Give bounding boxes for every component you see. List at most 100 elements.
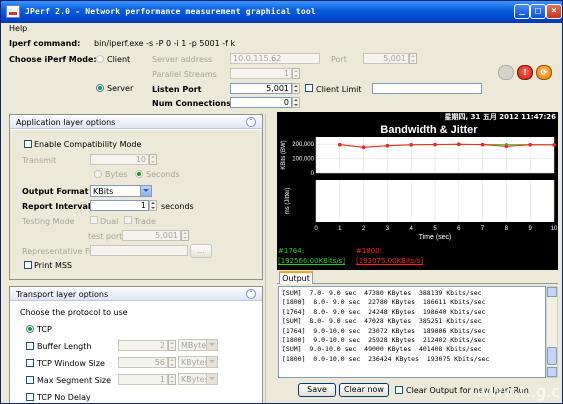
window-size-label: TCP Window Size <box>37 359 105 368</box>
seconds-radio[interactable] <box>135 170 143 178</box>
scroll-down-arrow[interactable] <box>547 367 557 377</box>
server-radio[interactable] <box>96 84 104 92</box>
transmit-label: Transmit <box>22 156 57 165</box>
parallel-streams-spinner[interactable] <box>292 68 300 79</box>
listen-port-spinner[interactable] <box>292 83 300 94</box>
listen-port-label: Listen Port <box>152 85 202 94</box>
segment-size-input[interactable]: 1 <box>118 374 168 385</box>
output-scrollbar[interactable] <box>546 286 558 378</box>
app-window: JPerf 2.0 - Network performance measurem… <box>0 0 563 404</box>
client-limit-checkbox[interactable] <box>305 84 313 92</box>
num-connections-input[interactable]: 0 <box>230 97 292 108</box>
maximize-button[interactable]: □ <box>530 4 546 19</box>
xtick-label: 3 <box>386 226 390 232</box>
segment-size-spinner[interactable] <box>168 374 176 385</box>
buffer-length-spinner[interactable] <box>168 340 176 351</box>
client-limit-input[interactable] <box>372 83 482 94</box>
xtick-label: 8 <box>505 226 509 232</box>
buffer-length-input[interactable]: 2 <box>118 340 168 351</box>
run-icon[interactable] <box>498 65 514 80</box>
jitter-ylabel: ms (Jitter) <box>285 188 291 215</box>
bandwidth-ytick-label: 100,000 <box>292 157 314 163</box>
parallel-streams-input[interactable]: 1 <box>230 68 292 79</box>
left-scrollbar[interactable] <box>265 114 273 403</box>
series-point-1800 <box>457 142 461 146</box>
reset-icon[interactable]: ⟳ <box>536 65 552 80</box>
watermark-text: www.t..g.c <box>476 382 560 401</box>
segment-size-checkbox[interactable] <box>26 376 34 384</box>
client-radio[interactable] <box>96 55 104 63</box>
port-spinner[interactable] <box>409 53 417 64</box>
transport-panel-body: Choose the protocol to use TCP Buffer Le… <box>10 302 262 403</box>
port-input[interactable]: 5,001 <box>363 53 409 64</box>
transport-panel-header[interactable]: Transport layer options ⌃ <box>10 287 262 301</box>
series-point-1800 <box>338 142 342 147</box>
listen-port-input[interactable]: 5,001 <box>230 83 292 94</box>
report-interval-unit: seconds <box>161 202 194 211</box>
buffer-length-checkbox[interactable] <box>26 342 34 350</box>
tab-bar: Output <box>277 270 558 284</box>
output-format-label: Output Format <box>22 187 89 196</box>
window-size-unit-select[interactable]: KBytes <box>178 356 218 368</box>
transmit-spinner[interactable] <box>149 154 157 165</box>
tcp-radio[interactable] <box>26 325 34 333</box>
close-button[interactable]: × <box>546 4 562 19</box>
output-log[interactable]: [SUM] 7.0- 9.0 sec 47380 KBytes 388139 K… <box>278 286 546 378</box>
output-line: [1800] 9.0-10.0 sec 25928 KBytes 212402 … <box>282 336 486 345</box>
dual-checkbox[interactable] <box>90 216 98 224</box>
transmit-input[interactable]: 10 <box>90 154 149 165</box>
trade-checkbox[interactable] <box>124 216 132 224</box>
test-port-spinner[interactable] <box>181 230 189 241</box>
rep-file-browse-button[interactable]: ... <box>190 244 212 258</box>
collapse-icon[interactable]: ⌃ <box>246 117 256 127</box>
server-address-label: Server address <box>152 55 213 64</box>
rep-file-input[interactable] <box>90 245 188 256</box>
xtick-label: 0 <box>314 226 318 232</box>
series-point-1800 <box>528 142 532 147</box>
output-line: [SUM] 7.0- 9.0 sec 47380 KBytes 388139 K… <box>282 289 482 297</box>
num-connections-label: Num Connections <box>152 99 231 108</box>
scroll-thumb[interactable] <box>547 347 557 365</box>
server-address-input[interactable]: 10.0.115.62 <box>230 53 320 64</box>
num-connections-spinner[interactable] <box>292 97 300 108</box>
output-format-value: KBits <box>93 187 114 196</box>
clear-now-button[interactable]: Clear now <box>339 383 389 397</box>
bytes-label: Bytes <box>105 170 128 179</box>
window-size-spinner[interactable] <box>168 357 176 368</box>
stop-icon[interactable]: ! <box>517 65 533 80</box>
compat-mode-checkbox[interactable] <box>24 140 32 148</box>
test-port-input[interactable]: 5,001 <box>122 230 181 241</box>
window-size-checkbox[interactable] <box>26 359 34 367</box>
chevron-down-icon <box>206 357 217 367</box>
client-radio-label: Client <box>107 55 131 64</box>
series-point-1800 <box>385 143 390 148</box>
segment-size-unit-select[interactable]: KBytes <box>178 373 218 385</box>
title-bar[interactable]: JPerf 2.0 - Network performance measurem… <box>1 1 562 23</box>
iperf-command-field: bin/iperf.exe -s -P 0 -i 1 -p 5001 -f k <box>91 38 561 49</box>
no-delay-checkbox[interactable] <box>26 393 34 401</box>
buffer-length-unit-select[interactable]: MBytes <box>178 339 218 351</box>
segment-size-label: Max Segment Size <box>37 376 112 385</box>
trade-label: Trade <box>134 217 156 226</box>
chevron-down-icon <box>206 374 217 384</box>
xtick-label: 6 <box>457 226 461 232</box>
tab-output[interactable]: Output <box>279 271 313 284</box>
output-line: [1764] 9.0-10.0 sec 23072 KBytes 189006 … <box>282 326 486 335</box>
bytes-radio[interactable] <box>94 170 102 178</box>
scroll-up-arrow[interactable] <box>547 287 557 297</box>
save-button[interactable]: Save <box>298 383 336 397</box>
report-interval-spinner[interactable] <box>149 200 157 211</box>
print-mss-checkbox[interactable] <box>24 261 32 269</box>
series-point-1800 <box>433 142 437 147</box>
output-format-select[interactable]: KBits <box>90 185 152 197</box>
output-line: [SUM] 9.0-10.0 sec 49000 KBytes 401408 K… <box>282 345 482 354</box>
minimize-button[interactable]: _ <box>514 4 530 19</box>
menu-help[interactable]: Help <box>9 24 27 33</box>
collapse-icon[interactable]: ⌃ <box>246 289 256 299</box>
application-panel-header[interactable]: Application layer options ⌃ <box>10 115 262 129</box>
window-size-input[interactable]: 56 <box>118 357 168 368</box>
chevron-down-icon <box>140 186 151 196</box>
clear-output-checkbox[interactable] <box>395 386 403 394</box>
report-interval-input[interactable]: 1 <box>90 200 149 211</box>
no-delay-label: TCP No Delay <box>37 393 91 402</box>
